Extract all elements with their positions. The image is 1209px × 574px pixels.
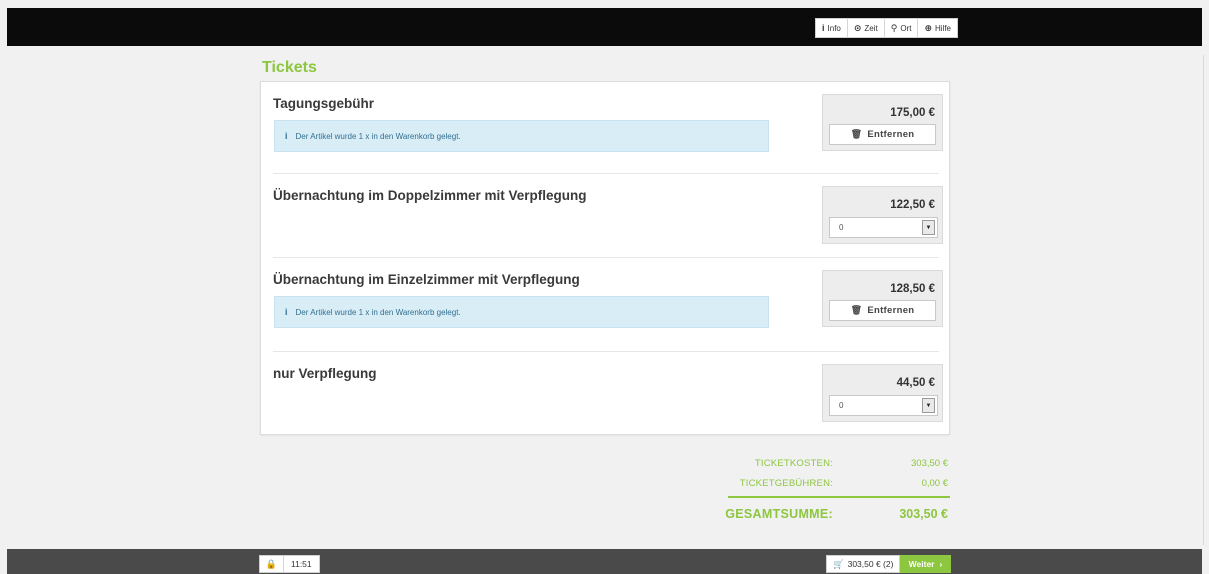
ticket-fee-label: TICKETGEBÜHREN: [739, 478, 833, 489]
trash-icon: 🗑 [850, 129, 863, 139]
top-bar: i Info ⊙ Zeit ⚲ Ort ⊕ Hilfe [7, 8, 1202, 46]
ticket-price: 44,50 € [896, 377, 935, 389]
chevron-down-icon: ▼ [922, 220, 935, 235]
info-icon: i [285, 307, 288, 317]
remove-button-label: Entfernen [867, 129, 915, 140]
summary-divider [728, 496, 950, 498]
cart-label: 303,50 € (2) [847, 559, 894, 569]
remove-button-label: Entfernen [867, 305, 915, 316]
ticket-price: 122,50 € [890, 199, 935, 211]
total-label: GESAMTSUMME: [725, 507, 833, 521]
ticket-list: Tagungsgebühr i Der Artikel wurde 1 x in… [260, 81, 950, 435]
ticket-price: 175,00 € [890, 107, 935, 119]
ticket-cost-label: TICKETKOSTEN: [754, 458, 833, 469]
ticket-fee-value: 0,00 € [921, 478, 948, 489]
cart-notice: i Der Artikel wurde 1 x in den Warenkorb… [274, 296, 769, 328]
price-box: 128,50 € 🗑 Entfernen [822, 270, 943, 327]
clock-icon: ⊙ [853, 22, 862, 33]
cart-notice: i Der Artikel wurde 1 x in den Warenkorb… [274, 120, 769, 152]
order-summary: TICKETKOSTEN: 303,50 € TICKETGEBÜHREN: 0… [725, 454, 950, 524]
nav-help-button[interactable]: ⊕ Hilfe [918, 19, 957, 37]
total-value: 303,50 € [899, 507, 948, 521]
remove-button[interactable]: 🗑 Entfernen [829, 300, 936, 321]
ticket-cost-row: TICKETKOSTEN: 303,50 € [728, 454, 950, 474]
divider [273, 351, 939, 352]
cart-icon: 🛒 [833, 558, 844, 569]
top-nav: i Info ⊙ Zeit ⚲ Ort ⊕ Hilfe [815, 18, 959, 38]
chevron-right-icon: › [939, 559, 943, 569]
nav-time-button[interactable]: ⊙ Zeit [848, 19, 885, 37]
quantity-select[interactable]: 0 ▼ [829, 395, 938, 416]
timer-value: 11:51 [291, 559, 312, 569]
cart-notice-text: Der Artikel wurde 1 x in den Warenkorb g… [295, 131, 461, 141]
total-row: GESAMTSUMME: 303,50 € [725, 502, 950, 524]
quantity-select[interactable]: 0 ▼ [829, 217, 938, 238]
ticket-price: 128,50 € [890, 283, 935, 295]
nav-location-button[interactable]: ⚲ Ort [885, 19, 919, 37]
cart-notice-text: Der Artikel wurde 1 x in den Warenkorb g… [295, 307, 461, 317]
ticket-item: Übernachtung im Doppelzimmer mit Verpfle… [273, 176, 943, 258]
divider [273, 173, 939, 174]
ticket-item: nur Verpflegung 44,50 € 0 ▼ [273, 354, 943, 426]
chevron-down-icon: ▼ [922, 398, 935, 413]
nav-info-label: Info [827, 23, 841, 33]
price-box: 175,00 € 🗑 Entfernen [822, 94, 943, 151]
ticket-cost-value: 303,50 € [911, 458, 948, 469]
nav-info-button[interactable]: i Info [816, 19, 848, 37]
ticket-name: Übernachtung im Einzelzimmer mit Verpfle… [273, 272, 580, 287]
quantity-value: 0 [839, 223, 844, 232]
remove-button[interactable]: 🗑 Entfernen [829, 124, 936, 145]
trash-icon: 🗑 [850, 305, 863, 315]
price-box: 44,50 € 0 ▼ [822, 364, 943, 422]
ticket-name: nur Verpflegung [273, 366, 377, 381]
ticket-name: Tagungsgebühr [273, 96, 374, 111]
nav-time-label: Zeit [864, 23, 878, 33]
next-button[interactable]: Weiter › [900, 555, 951, 573]
bottom-bar: 🔒 11:51 🛒 303,50 € (2) Weiter › [7, 549, 1202, 574]
divider [273, 257, 939, 258]
cart-button[interactable]: 🛒 303,50 € (2) [826, 555, 901, 573]
nav-location-label: Ort [900, 23, 912, 33]
section-title: Tickets [262, 59, 317, 76]
quantity-value: 0 [839, 401, 844, 410]
info-icon: i [285, 131, 288, 141]
nav-help-label: Hilfe [935, 23, 952, 33]
ticket-item: Übernachtung im Einzelzimmer mit Verpfle… [273, 260, 943, 352]
next-button-label: Weiter [908, 559, 935, 569]
price-box: 122,50 € 0 ▼ [822, 186, 943, 244]
scrollbar-track[interactable] [1203, 55, 1209, 545]
ticket-item: Tagungsgebühr i Der Artikel wurde 1 x in… [273, 94, 943, 174]
lifebuoy-icon: ⊕ [924, 22, 932, 33]
ticket-name: Übernachtung im Doppelzimmer mit Verpfle… [273, 188, 587, 203]
lock-icon: 🔒 [260, 556, 284, 572]
ticket-fee-row: TICKETGEBÜHREN: 0,00 € [728, 474, 950, 494]
session-timer: 🔒 11:51 [259, 555, 320, 573]
map-pin-icon: ⚲ [890, 22, 898, 33]
info-icon: i [822, 22, 825, 33]
